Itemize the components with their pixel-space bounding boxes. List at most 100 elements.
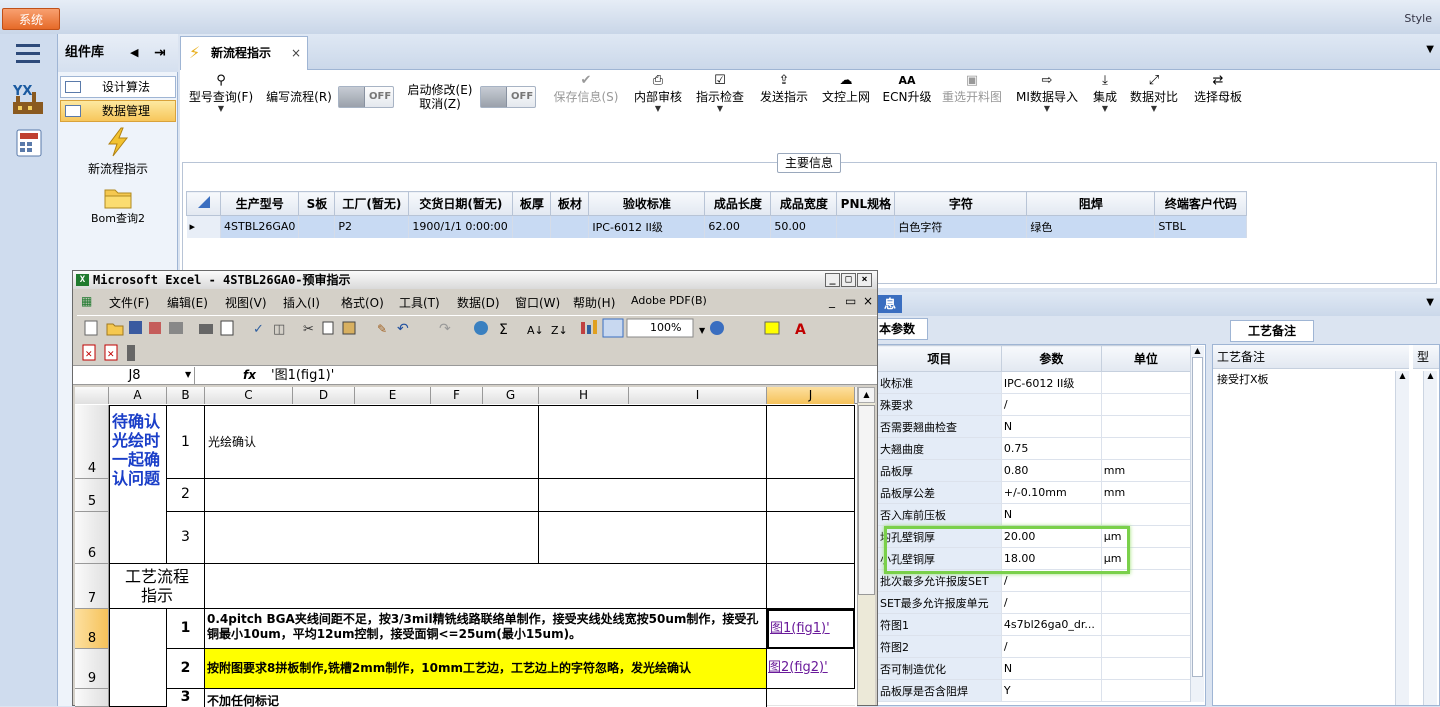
panel-item-design-algorithm[interactable]: 设计算法 [60, 76, 176, 98]
menu-adobe-pdf[interactable]: Adobe PDF(B) [631, 294, 707, 307]
param-unit[interactable] [1100, 657, 1192, 680]
cell[interactable]: 白色字符 [894, 215, 1028, 238]
cell[interactable]: 绿色 [1026, 215, 1156, 238]
close-icon[interactable]: × [857, 273, 872, 287]
ecn-upgrade-button[interactable]: AA ECN升级 [882, 70, 932, 104]
cell[interactable]: IPC-6012 II级 [588, 215, 706, 238]
column-header[interactable]: 板材 [550, 191, 590, 216]
param-unit[interactable] [1100, 503, 1192, 526]
menu-format[interactable]: 格式(O) [341, 294, 384, 311]
param-name[interactable]: 品板厚 [877, 459, 1002, 482]
close-icon[interactable]: × [291, 37, 301, 69]
cell[interactable]: 1900/1/1 0:00:00 [408, 215, 514, 238]
column-header[interactable]: 板厚 [512, 191, 552, 216]
zoom-value[interactable]: 100% [650, 321, 681, 334]
column-header[interactable]: G [483, 387, 539, 404]
start-edit-button[interactable]: 启动修改(E) 取消(Z) [404, 83, 476, 111]
cell-c5[interactable] [205, 479, 539, 512]
tool-new-flow[interactable]: 新流程指示 [58, 126, 178, 177]
param-row[interactable]: 品板厚 0.80 mm [877, 459, 1192, 482]
row-selector-header[interactable] [186, 191, 221, 216]
reselect-cutting-button[interactable]: ▣ 重选开料图 [940, 70, 1004, 104]
remark-scrollbar[interactable]: ▲ [1395, 371, 1409, 705]
doc-restore-icon[interactable]: ▭ [845, 294, 856, 308]
column-header[interactable]: B [167, 387, 205, 404]
integrate-button[interactable]: ⤓ 集成 ▼ [1088, 70, 1122, 114]
column-header[interactable]: 字符 [894, 191, 1028, 216]
cell-c7[interactable] [205, 564, 767, 609]
column-header[interactable]: C [205, 387, 293, 404]
column-header[interactable]: 交货日期(暂无) [408, 191, 514, 216]
cell-c6[interactable] [205, 512, 539, 564]
row-header[interactable]: 4 [75, 405, 109, 479]
param-row[interactable]: 大翘曲度 0.75 [877, 437, 1192, 460]
cell[interactable]: 62.00 [704, 215, 772, 238]
tool-bom-query[interactable]: Bom查询2 [58, 184, 178, 226]
param-row[interactable]: 符图1 4s7bl26ga0_dr... [877, 613, 1192, 636]
column-header[interactable]: S板 [298, 191, 336, 216]
internal-review-button[interactable]: ⎙ 内部审核 ▼ [632, 70, 684, 114]
param-value[interactable]: / [1000, 591, 1102, 614]
param-unit[interactable] [1100, 371, 1192, 394]
row-header[interactable]: 6 [75, 512, 109, 564]
name-box-dropdown-icon[interactable]: ▼ [185, 370, 191, 379]
param-name[interactable]: 殊要求 [877, 393, 1002, 416]
param-name[interactable]: 收标准 [877, 371, 1002, 394]
remark-header-2[interactable]: 型 [1413, 345, 1439, 369]
param-name[interactable]: 否入库前压板 [877, 503, 1002, 526]
collapse-left-icon[interactable]: ◀ [130, 34, 138, 72]
cell[interactable]: 50.00 [770, 215, 838, 238]
pin-icon[interactable]: ⇥ [154, 34, 166, 72]
column-header[interactable]: 单位 [1100, 345, 1192, 372]
param-row[interactable]: 否可制造优化 N [877, 657, 1192, 680]
model-query-button[interactable]: ⚲ 型号查询(F) ▼ [186, 70, 256, 114]
param-unit[interactable] [1100, 679, 1192, 702]
maximize-icon[interactable]: □ [841, 273, 856, 287]
cell-c8[interactable]: 0.4pitch BGA夹线间距不足，按3/3mil精铣线路联络单制作，接受夹线… [205, 609, 767, 649]
cell-b9[interactable]: 2 [167, 649, 205, 689]
doc-control-online-button[interactable]: ☁ 文控上网 [820, 70, 872, 104]
menu-file[interactable]: 文件(F) [109, 294, 149, 311]
select-all-corner[interactable] [75, 387, 109, 404]
param-row[interactable]: 否需要翘曲检查 N [877, 415, 1192, 438]
cell[interactable] [836, 215, 896, 238]
param-row[interactable]: 符图2/ [877, 635, 1192, 658]
column-header[interactable]: 工厂(暂无) [334, 191, 410, 216]
column-header[interactable]: E [355, 387, 431, 404]
param-name[interactable]: 符图1 [877, 613, 1002, 636]
param-name[interactable]: 否可制造优化 [877, 657, 1002, 680]
cell-h5[interactable] [539, 479, 767, 512]
excel-title-bar[interactable]: X Microsoft Excel - 4STBL26GA0-预审指示 _ □ … [73, 271, 877, 289]
menu-tools[interactable]: 工具(T) [399, 294, 440, 311]
style-button[interactable]: Style [1404, 12, 1432, 25]
write-flow-button[interactable]: 编写流程(R) [264, 90, 334, 104]
param-value[interactable]: 0.80 [1000, 459, 1102, 482]
column-header[interactable]: J [767, 387, 855, 404]
cell-b10[interactable]: 3 [167, 689, 205, 707]
cell-c9[interactable]: 按附图要求8拼板制作,铣槽2mm制作，10mm工艺边，工艺边上的字符忽略，发光绘… [205, 649, 767, 689]
cell-a4[interactable]: 待确认光绘时一起确认问题 [109, 405, 167, 564]
param-scrollbar[interactable]: ▲ [1190, 346, 1204, 702]
cell-c4[interactable]: 光绘确认 [205, 405, 539, 479]
row-header[interactable]: 5 [75, 479, 109, 512]
menu-view[interactable]: 视图(V) [225, 294, 267, 311]
remark-value[interactable]: 接受打X板 [1217, 371, 1269, 387]
param-value[interactable]: N [1000, 415, 1102, 438]
cell-j5[interactable] [767, 479, 855, 512]
cell[interactable]: 4STBL26GA0 [220, 215, 300, 238]
param-row[interactable]: 殊要求 / [877, 393, 1192, 416]
cell[interactable] [298, 215, 336, 238]
column-header[interactable]: 项目 [877, 345, 1002, 372]
save-info-button[interactable]: ✔ 保存信息(S) [550, 70, 622, 104]
param-unit[interactable] [1100, 635, 1192, 658]
name-box[interactable]: J8 [75, 367, 195, 384]
menu-data[interactable]: 数据(D) [457, 294, 500, 311]
param-row[interactable]: 否入库前压板 N [877, 503, 1192, 526]
param-unit[interactable] [1100, 415, 1192, 438]
param-name[interactable]: 品板厚是否含阻焊 [877, 679, 1002, 702]
calculator-icon[interactable] [14, 128, 44, 158]
column-header[interactable]: A [109, 387, 167, 404]
column-header[interactable]: 成品长度 [704, 191, 772, 216]
remark-scrollbar-2[interactable]: ▲ [1423, 371, 1437, 705]
table-row[interactable]: ▸ 4STBL26GA0 P2 1900/1/1 0:00:00 IPC-601… [186, 215, 1248, 238]
